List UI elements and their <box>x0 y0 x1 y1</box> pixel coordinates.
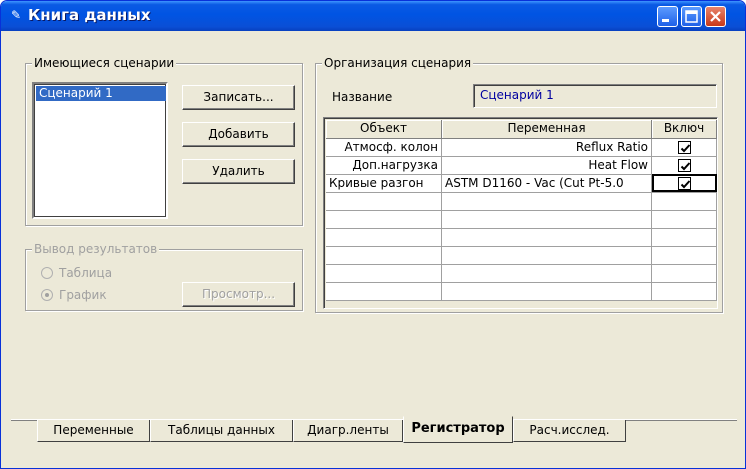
organization-group-label: Организация сценария <box>322 56 474 70</box>
tab-bar: Переменные Таблицы данных Диагр.ленты Ре… <box>11 414 737 444</box>
maximize-icon <box>685 10 698 23</box>
cell-object[interactable]: Атмосф. колон <box>329 139 438 156</box>
table-header-row: Объект Переменная Включ <box>326 120 717 139</box>
empty-row[interactable] <box>326 210 717 229</box>
title-bar[interactable]: ✎ Книга данных <box>1 1 745 31</box>
maximize-button[interactable] <box>681 6 702 27</box>
cell-object[interactable]: Кривые разгон <box>329 175 438 192</box>
radio-table-label: Таблица <box>59 266 113 280</box>
radio-icon <box>41 267 53 279</box>
scenario-list[interactable]: Сценарий 1 <box>32 82 168 219</box>
table-row[interactable]: Кривые разгон ASTM D1160 - Vac (Cut Pt-5… <box>326 174 717 193</box>
radio-chart-label: График <box>59 288 107 302</box>
tab-variables[interactable]: Переменные <box>37 420 150 442</box>
scenario-name-field[interactable]: Сценарий 1 <box>473 84 717 108</box>
include-checkbox[interactable] <box>677 158 691 172</box>
window-title: Книга данных <box>28 6 151 24</box>
close-icon <box>710 11 721 22</box>
tab-recorder[interactable]: Регистратор <box>403 416 513 443</box>
radio-table[interactable]: Таблица <box>41 265 112 281</box>
tab-label: Расч.исслед. <box>529 423 610 437</box>
empty-row[interactable] <box>326 192 717 211</box>
cell-variable[interactable]: Reflux Ratio <box>445 139 648 156</box>
radio-selected-icon <box>41 289 53 301</box>
add-button[interactable]: Добавить <box>182 122 295 147</box>
checkmark-icon <box>680 179 690 188</box>
header-variable[interactable]: Переменная <box>441 120 652 139</box>
save-button[interactable]: Записать... <box>182 85 295 110</box>
minimize-icon <box>662 19 669 22</box>
tab-strip-charts[interactable]: Диагр.ленты <box>293 420 403 442</box>
empty-row[interactable] <box>326 282 717 301</box>
radio-chart[interactable]: График <box>41 287 107 303</box>
view-button[interactable]: Просмотр... <box>182 282 295 307</box>
checkmark-icon <box>680 143 690 152</box>
minimize-button[interactable] <box>657 6 678 27</box>
include-checkbox[interactable] <box>677 176 691 190</box>
cell-variable[interactable]: Heat Flow <box>445 157 648 174</box>
output-group-label: Вывод результатов <box>32 242 160 256</box>
empty-row[interactable] <box>326 228 717 247</box>
checkmark-icon <box>680 161 690 170</box>
empty-row[interactable] <box>326 246 717 265</box>
tab-label: Диагр.ленты <box>307 423 389 437</box>
table-row[interactable]: Атмосф. колон Reflux Ratio <box>326 138 717 157</box>
tab-label: Переменные <box>53 423 134 437</box>
tab-case-studies[interactable]: Расч.исслед. <box>513 420 626 442</box>
scenarios-group-label: Имеющиеся сценарии <box>32 56 177 70</box>
include-checkbox[interactable] <box>677 140 691 154</box>
variables-table: Объект Переменная Включ Атмосф. колон Re… <box>326 120 717 301</box>
empty-row[interactable] <box>326 264 717 283</box>
data-book-window: ✎ Книга данных Имеющиеся сценарии Сценар… <box>0 0 746 469</box>
scenario-variables-grid[interactable]: Объект Переменная Включ Атмосф. колон Re… <box>323 117 718 309</box>
table-row[interactable]: Доп.нагрузка Heat Flow <box>326 156 717 175</box>
close-button[interactable] <box>705 6 726 27</box>
header-object[interactable]: Объект <box>326 120 442 139</box>
name-label: Название <box>332 90 393 104</box>
list-item[interactable]: Сценарий 1 <box>36 86 166 101</box>
tab-data-tables[interactable]: Таблицы данных <box>150 420 293 442</box>
tab-label: Таблицы данных <box>168 423 275 437</box>
app-icon: ✎ <box>10 8 22 22</box>
delete-button[interactable]: Удалить <box>182 159 295 184</box>
header-include[interactable]: Включ <box>651 120 717 139</box>
cell-variable[interactable]: ASTM D1160 - Vac (Cut Pt-5.0 <box>445 175 648 192</box>
cell-object[interactable]: Доп.нагрузка <box>329 157 438 174</box>
tab-label: Регистратор <box>411 421 505 436</box>
